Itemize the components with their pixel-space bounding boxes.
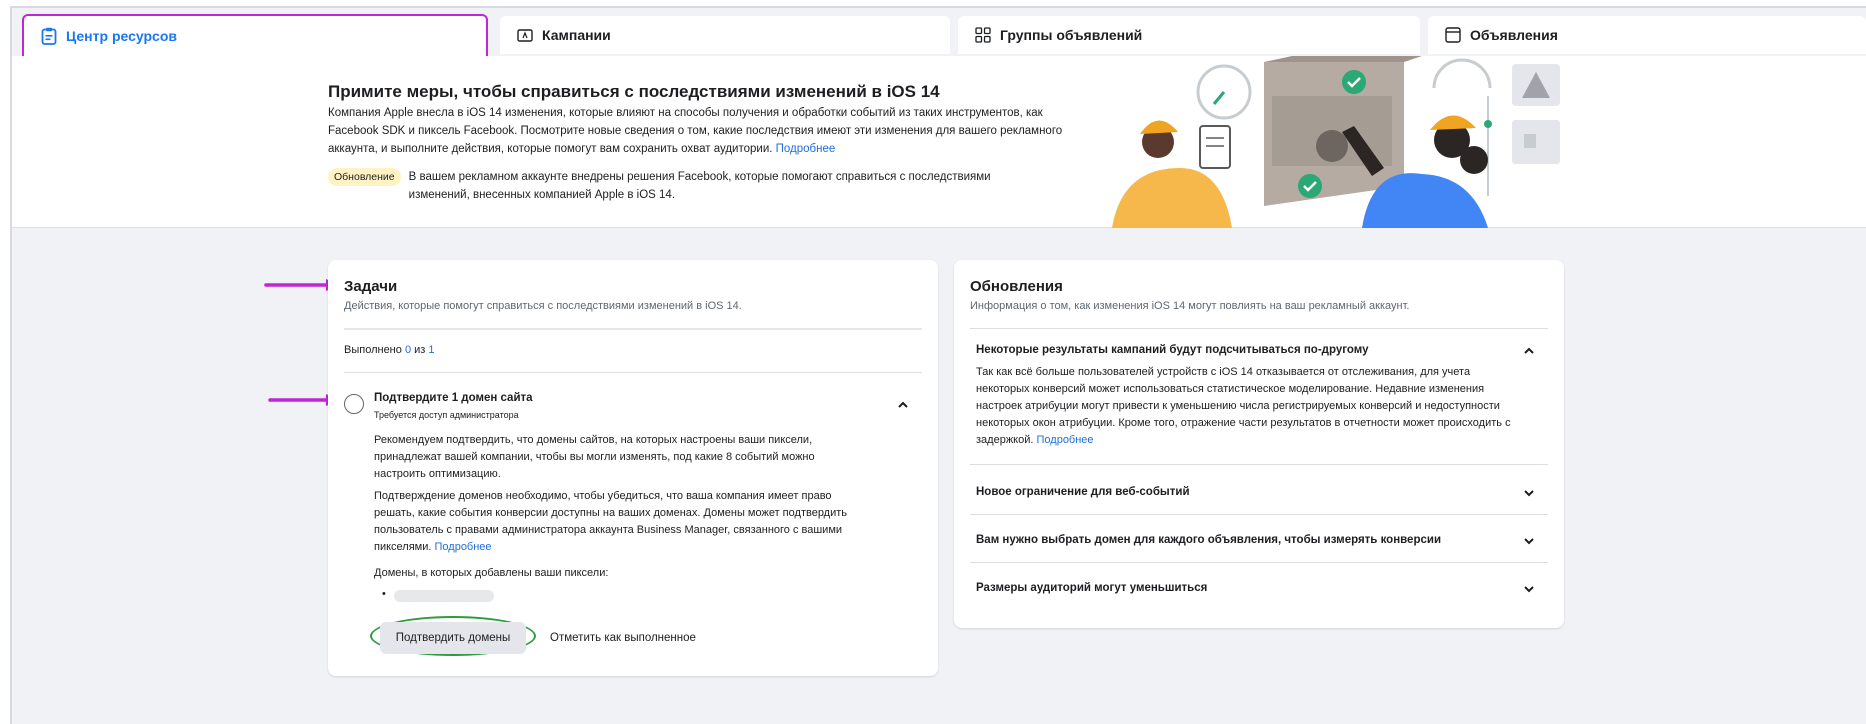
tab-label: Центр ресурсов xyxy=(66,28,177,44)
updates-divider xyxy=(970,562,1548,563)
chevron-up-icon[interactable] xyxy=(896,398,910,412)
grid-icon xyxy=(974,26,992,44)
tab-campaigns[interactable]: Кампании xyxy=(500,16,950,54)
updates-divider xyxy=(970,514,1548,515)
task-paragraph-1: Рекомендуем подтвердить, что домены сайт… xyxy=(374,434,815,480)
banner-learn-more-link[interactable]: Подробнее xyxy=(776,143,836,155)
chevron-down-icon[interactable] xyxy=(1522,582,1536,596)
banner-text: Компания Apple внесла в iOS 14 изменения… xyxy=(328,104,1068,158)
task-paragraph-2: Подтверждение доменов необходимо, чтобы … xyxy=(374,488,854,556)
tab-resource-center[interactable]: Центр ресурсов xyxy=(22,14,488,58)
ios14-banner: Примите меры, чтобы справиться с последс… xyxy=(12,56,1866,228)
tasks-progress-bar xyxy=(344,328,922,330)
banner-text-body: Компания Apple внесла в iOS 14 изменения… xyxy=(328,107,1063,155)
banner-title: Примите меры, чтобы справиться с последс… xyxy=(328,82,940,101)
update-item-title[interactable]: Новое ограничение для веб-событий xyxy=(976,486,1190,498)
mark-done-button[interactable]: Отметить как выполненное xyxy=(538,622,708,654)
tab-label: Кампании xyxy=(542,27,611,43)
folder-icon xyxy=(516,26,534,44)
update-item-body: Так как всё больше пользователей устройс… xyxy=(976,364,1516,449)
ios14-illustration xyxy=(1112,56,1560,228)
tasks-progress: Выполнено 0 из 1 xyxy=(344,344,435,356)
tasks-divider xyxy=(344,372,922,373)
progress-of: из xyxy=(414,344,426,356)
updates-card: Обновления Информация о том, как изменен… xyxy=(954,260,1564,628)
progress-done: 0 xyxy=(404,344,412,356)
updates-title: Обновления xyxy=(970,278,1063,295)
tab-label: Объявления xyxy=(1470,27,1558,43)
update-text: В вашем рекламном аккаунте внедрены реше… xyxy=(408,171,991,201)
tab-ad-sets[interactable]: Группы объявлений xyxy=(958,16,1420,54)
progress-label: Выполнено xyxy=(344,344,402,356)
tab-bar: Центр ресурсов Кампании Группы объявлени… xyxy=(12,14,1866,58)
chevron-down-icon[interactable] xyxy=(1522,486,1536,500)
task-subtitle: Требуется доступ администратора xyxy=(374,410,519,420)
domains-label: Домены, в которых добавлены ваши пиксели… xyxy=(374,567,609,579)
update-badge: Обновление xyxy=(328,168,401,186)
domain-bullet: • xyxy=(382,588,386,600)
updates-subtitle: Информация о том, как изменения iOS 14 м… xyxy=(970,300,1410,312)
tasks-title: Задачи xyxy=(344,278,398,295)
updates-divider xyxy=(970,464,1548,465)
update-learn-more-link[interactable]: Подробнее xyxy=(1037,434,1094,446)
update-item-title[interactable]: Некоторые результаты кампаний будут подс… xyxy=(976,344,1368,356)
banner-update: Обновление В вашем рекламном аккаунте вн… xyxy=(328,168,1028,204)
tab-ads[interactable]: Объявления xyxy=(1428,16,1866,54)
task-complete-radio[interactable] xyxy=(344,394,364,414)
clipboard-icon xyxy=(40,27,58,45)
confirm-domains-button[interactable]: Подтвердить домены xyxy=(380,622,526,654)
domain-redacted xyxy=(394,590,494,602)
task-title: Подтвердите 1 домен сайта xyxy=(374,392,533,404)
chevron-down-icon[interactable] xyxy=(1522,534,1536,548)
tasks-subtitle: Действия, которые помогут справиться с п… xyxy=(344,300,742,312)
update-item-title[interactable]: Вам нужно выбрать домен для каждого объя… xyxy=(976,534,1441,546)
tab-label: Группы объявлений xyxy=(1000,27,1143,43)
update-item-title[interactable]: Размеры аудиторий могут уменьшиться xyxy=(976,582,1207,594)
progress-total: 1 xyxy=(428,344,435,356)
ad-icon xyxy=(1444,26,1462,44)
task-learn-more-link[interactable]: Подробнее xyxy=(435,541,492,553)
tasks-card: Задачи Действия, которые помогут справит… xyxy=(328,260,938,676)
updates-divider xyxy=(970,328,1548,329)
chevron-up-icon[interactable] xyxy=(1522,344,1536,358)
